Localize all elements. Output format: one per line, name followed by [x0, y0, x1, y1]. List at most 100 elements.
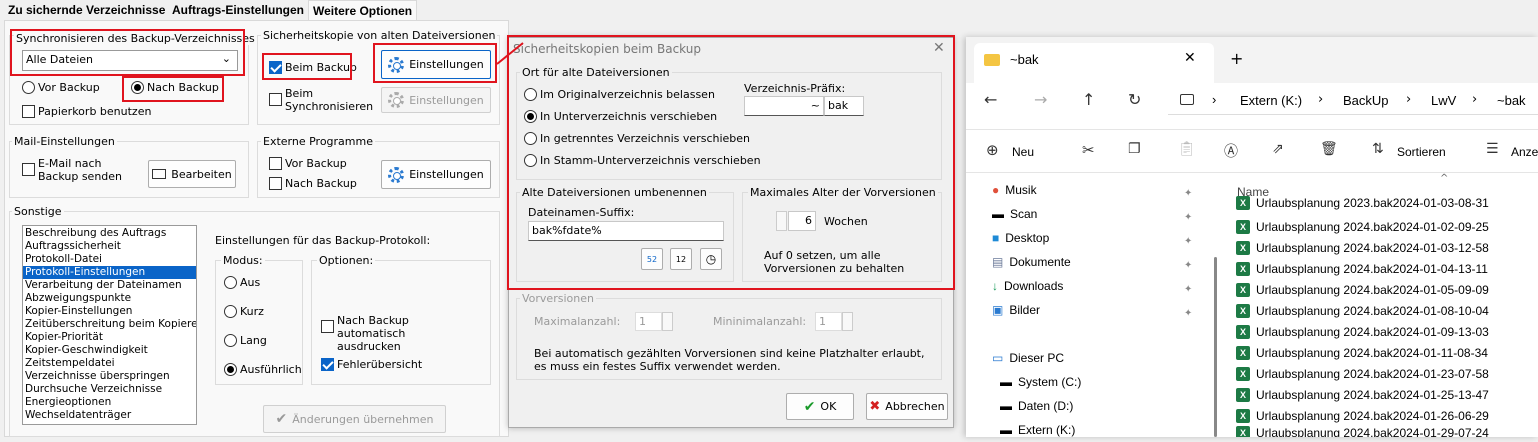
file-item[interactable]: X Urlaubsplanung 2024.bak2024-01-11-08-34	[1236, 342, 1488, 363]
clock-icon[interactable]: ◷	[700, 248, 722, 270]
anzeigen-button[interactable]: Anze	[1511, 145, 1538, 159]
file-item[interactable]: X Urlaubsplanung 2024.bak2024-01-25-13-47	[1236, 384, 1489, 405]
breadcrumb-bak[interactable]: ~bak	[1497, 93, 1526, 108]
nav-daten-d[interactable]: ▬ Daten (D:)	[1000, 394, 1073, 418]
rename-icon[interactable]: Ⓐ	[1224, 141, 1238, 161]
file-item[interactable]: X Urlaubsplanung 2024.bak2024-01-03-12-58	[1236, 237, 1489, 258]
tab-weitere-optionen[interactable]: Weitere Optionen	[308, 0, 418, 21]
nav-dokumente[interactable]: ▤ Dokumente	[992, 250, 1071, 274]
list-item[interactable]: Kopier-Einstellungen	[23, 305, 196, 318]
copy-icon[interactable]: ❐	[1128, 141, 1141, 157]
praefix-field[interactable]: bak	[824, 96, 864, 116]
nav-desktop[interactable]: ■ Desktop	[992, 226, 1049, 250]
paste-icon[interactable]: 📋︎	[1178, 141, 1196, 157]
breadcrumb-lwv[interactable]: LwV	[1431, 93, 1456, 108]
nav-bilder[interactable]: ▣ Bilder	[992, 298, 1040, 322]
bearbeiten-button[interactable]: Bearbeiten	[148, 160, 236, 188]
radio-ausfuehrlich[interactable]	[224, 363, 237, 376]
suffix-value: bak%fdate%	[532, 224, 602, 237]
suffix-field[interactable]: bak%fdate%	[528, 221, 724, 241]
checkbox-email[interactable]	[22, 163, 35, 176]
sortieren-button[interactable]: Sortieren	[1397, 145, 1446, 159]
list-item[interactable]: Kopier-Geschwindigkeit	[23, 344, 196, 357]
checkbox-beim-sync[interactable]	[269, 93, 282, 106]
checkbox-fehleruebersicht[interactable]	[321, 358, 334, 371]
delete-icon[interactable]: 🗑︎	[1320, 141, 1338, 157]
abbrechen-button[interactable]: ✖ Abbrechen	[866, 393, 948, 420]
radio-ort-unterverzeichnis[interactable]	[524, 110, 537, 123]
file-item[interactable]: X Urlaubsplanung 2024.bak2024-01-08-10-04	[1236, 300, 1489, 321]
neu-button[interactable]: Neu	[1012, 145, 1034, 159]
nav-scan[interactable]: ▬ Scan	[992, 202, 1037, 226]
nav-extern-k[interactable]: ▬ Extern (K:)	[1000, 418, 1075, 442]
forward-icon[interactable]: →	[1034, 90, 1047, 109]
list-item[interactable]: Verzeichnisse überspringen	[23, 370, 196, 383]
radio-aus[interactable]	[224, 276, 237, 289]
close-icon[interactable]: ✕	[1184, 50, 1196, 66]
share-icon[interactable]: ⇗	[1272, 141, 1284, 157]
file-item[interactable]: X Urlaubsplanung 2024.bak2024-01-05-09-09	[1236, 279, 1489, 300]
back-icon[interactable]: ←	[984, 90, 997, 109]
file-item[interactable]: X Urlaubsplanung 2024.bak2024-01-29-07-24	[1236, 426, 1489, 437]
list-item[interactable]: Wechseldatenträger	[23, 409, 196, 422]
breadcrumb-extern[interactable]: Extern (K:)	[1240, 93, 1302, 108]
list-item[interactable]: Kopier-Priorität	[23, 331, 196, 344]
radio-ort-getrennt[interactable]	[524, 132, 537, 145]
checkbox-auto-drucken[interactable]	[321, 320, 334, 333]
breadcrumb-backup[interactable]: BackUp	[1343, 93, 1389, 108]
radio-ort-original[interactable]	[524, 88, 537, 101]
radio-kurz[interactable]	[224, 305, 237, 318]
nav-system-c[interactable]: ▬ System (C:)	[1000, 370, 1081, 394]
min-field[interactable]: 1	[815, 312, 842, 331]
praefix-tilde-field[interactable]: ~	[744, 96, 824, 116]
tab-auftrags-einstellungen[interactable]: Auftrags-Einstellungen	[168, 0, 308, 20]
list-item[interactable]: Protokoll-Datei	[23, 253, 196, 266]
cut-icon[interactable]: ✂	[1082, 141, 1095, 159]
sonstige-list[interactable]: Beschreibung des Auftrags Auftragssicher…	[22, 225, 197, 425]
nav-scrollbar[interactable]	[1214, 257, 1217, 437]
nav-musik[interactable]: ● Musik	[992, 178, 1037, 202]
list-item[interactable]: Auftragssicherheit	[23, 240, 196, 253]
add-tab-icon[interactable]: +	[1230, 49, 1243, 68]
aenderungen-button[interactable]: ✔ Änderungen übernehmen	[263, 405, 446, 433]
list-item[interactable]: Durchsuche Verzeichnisse	[23, 383, 196, 396]
refresh-icon[interactable]: ↻	[1128, 90, 1141, 109]
list-item[interactable]: Abzweigungspunkte	[23, 292, 196, 305]
radio-vor-backup[interactable]	[22, 81, 35, 94]
gear-icon	[388, 92, 405, 108]
calendar-week-icon[interactable]: 52	[641, 248, 663, 270]
ok-button[interactable]: ✔ OK	[786, 393, 854, 420]
list-item[interactable]: Energieoptionen	[23, 396, 196, 409]
max-field[interactable]: 1	[635, 312, 662, 331]
list-item[interactable]: Verarbeitung der Dateinamen	[23, 279, 196, 292]
new-icon[interactable]: ⊕	[986, 141, 999, 159]
maxalter-field[interactable]: 6	[788, 211, 816, 231]
nav-dieser-pc[interactable]: ▭ Dieser PC	[992, 346, 1064, 370]
file-item[interactable]: X Urlaubsplanung 2024.bak2024-01-26-06-29	[1236, 405, 1489, 426]
tab-zu-sichernde-verzeichnisse[interactable]: Zu sichernde Verzeichnisse	[4, 0, 169, 20]
list-item[interactable]: Zeitstempeldatei	[23, 357, 196, 370]
up-icon[interactable]: ↑	[1082, 90, 1095, 109]
file-item[interactable]: X Urlaubsplanung 2024.bak2024-01-02-09-25	[1236, 216, 1489, 237]
sync-einstellungen-button[interactable]: Einstellungen	[381, 87, 491, 113]
calendar-icon[interactable]: 12	[670, 248, 692, 270]
radio-ort-stamm[interactable]	[524, 154, 537, 167]
file-item[interactable]: X Urlaubsplanung 2024.bak2024-01-04-13-11	[1236, 258, 1488, 279]
maxalter-spinner[interactable]	[776, 211, 787, 231]
max-spinner[interactable]	[662, 312, 673, 331]
externe-einstellungen-button[interactable]: Einstellungen	[381, 160, 491, 189]
file-item[interactable]: X Urlaubsplanung 2023.bak2024-01-03-08-31	[1236, 196, 1489, 210]
view-icon[interactable]: ☰	[1486, 141, 1499, 157]
file-item[interactable]: X Urlaubsplanung 2024.bak2024-01-23-07-58	[1236, 363, 1489, 384]
list-item-selected[interactable]: Protokoll-Einstellungen	[23, 266, 196, 279]
checkbox-ext-nach[interactable]	[269, 177, 282, 190]
checkbox-ext-vor[interactable]	[269, 157, 282, 170]
min-spinner[interactable]	[842, 312, 853, 331]
list-item[interactable]: Beschreibung des Auftrags	[23, 227, 196, 240]
checkbox-papierkorb[interactable]	[22, 105, 35, 118]
sort-icon[interactable]: ⇅	[1372, 141, 1384, 157]
radio-lang[interactable]	[224, 334, 237, 347]
file-item[interactable]: X Urlaubsplanung 2024.bak2024-01-09-13-03	[1236, 321, 1489, 342]
list-item[interactable]: Zeitüberschreitung beim Kopieren	[23, 318, 196, 331]
nav-downloads[interactable]: ↓ Downloads	[992, 274, 1063, 298]
